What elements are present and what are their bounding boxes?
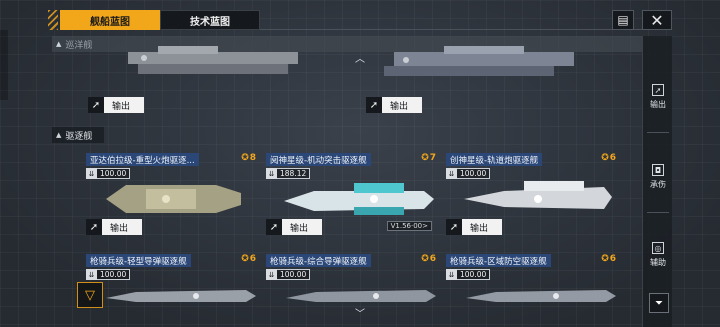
ship-image <box>466 290 616 302</box>
power-icon: ⇊ <box>266 269 277 280</box>
gear-icon: ✪ <box>601 254 609 264</box>
ship-card[interactable]: 枪骑兵级-综合导弹驱逐舰 ✪ 6 ⇊ 100.00 <box>266 254 436 327</box>
power-icon: ⇊ <box>86 168 97 179</box>
rail-item-support[interactable]: ◎ 辅助 <box>643 242 673 268</box>
tab-tech-blueprint[interactable]: 技术蓝图 <box>160 10 260 30</box>
ship-card[interactable]: 亚达伯拉级-重型火炮驱逐... ✪ 8 ⇊ 100.00 ➚ 输出 <box>86 153 256 237</box>
ship-card[interactable]: 创神星级-轨道炮驱逐舰 ✪ 6 ⇊ 100.00 ➚ 输出 <box>446 153 616 237</box>
close-icon[interactable]: ✕ <box>642 10 672 30</box>
ship-title: 创神星级-轨道炮驱逐舰 <box>446 153 543 166</box>
rank-badge: ✪ 6 <box>601 153 616 163</box>
chevron-down-icon[interactable]: ﹀ <box>355 305 365 320</box>
ship-image-cruiser-1 <box>128 46 298 74</box>
divider <box>647 132 669 133</box>
filter-icon[interactable]: ⏷ <box>649 293 669 313</box>
export-button-cruiser-1[interactable]: ➚ 输出 <box>88 97 144 113</box>
ship-image-cruiser-2 <box>384 46 574 76</box>
gear-icon: ✪ <box>241 153 249 163</box>
stat-value: ⇊ 100.00 <box>86 168 131 179</box>
export-button[interactable]: ➚ 输出 <box>266 219 322 235</box>
power-icon: ⇊ <box>446 269 457 280</box>
export-button-cruiser-2[interactable]: ➚ 输出 <box>366 97 422 113</box>
arrow-icon: ➚ <box>266 219 282 235</box>
ship-card[interactable]: 枪骑兵级-区域防空驱逐舰 ✪ 6 ⇊ 100.00 <box>446 254 616 327</box>
stat-value: ⇊ 100.00 <box>446 269 491 280</box>
stat-value: ⇊ 188.12 <box>266 168 311 179</box>
ship-image <box>464 181 612 209</box>
commander-avatar[interactable]: ▽ <box>77 282 103 308</box>
filter-rail: ➚ 输出 ◘ 承伤 ◎ 辅助 <box>642 36 672 327</box>
ship-title: 枪骑兵级-轻型导弹驱逐舰 <box>86 254 191 267</box>
rail-item-tank[interactable]: ◘ 承伤 <box>643 164 673 190</box>
export-icon: ➚ <box>652 84 664 96</box>
export-button[interactable]: ➚ 输出 <box>446 219 502 235</box>
ship-image <box>106 290 256 302</box>
power-icon: ⇊ <box>446 168 457 179</box>
ship-title: 枪骑兵级-综合导弹驱逐舰 <box>266 254 371 267</box>
stripe-decoration <box>48 10 58 30</box>
stat-value: ⇊ 100.00 <box>86 269 131 280</box>
ship-title: 亚达伯拉级-重型火炮驱逐... <box>86 153 199 166</box>
left-edge-handle <box>0 30 8 100</box>
power-icon: ⇊ <box>266 168 277 179</box>
rank-badge: ✪ 7 <box>421 153 436 163</box>
export-button[interactable]: ➚ 输出 <box>86 219 142 235</box>
ship-title: 阋神星级-机动突击驱逐舰 <box>266 153 371 166</box>
support-icon: ◎ <box>652 242 664 254</box>
ship-card[interactable]: 枪骑兵级-轻型导弹驱逐舰 ✪ 6 ⇊ 100.00 <box>86 254 256 327</box>
tab-ship-blueprint[interactable]: 舰船蓝图 <box>60 10 160 30</box>
rail-item-export[interactable]: ➚ 输出 <box>643 84 673 110</box>
version-tag: V1.56·00> <box>386 221 432 231</box>
rank-badge: ✪ 8 <box>241 153 256 163</box>
collapse-triangle-icon: ▲ <box>56 131 62 139</box>
divider <box>647 212 669 213</box>
rank-badge: ✪ 6 <box>601 254 616 264</box>
gear-icon: ✪ <box>601 153 609 163</box>
section-label: 巡洋舰 <box>65 40 93 51</box>
collapse-triangle-icon: ▲ <box>56 40 62 48</box>
section-header-destroyer[interactable]: ▲ 驱逐舰 <box>52 127 104 143</box>
power-icon: ⇊ <box>86 269 97 280</box>
ship-image <box>106 185 241 213</box>
arrow-icon: ➚ <box>366 97 382 113</box>
section-label: 驱逐舰 <box>65 131 93 142</box>
gear-icon: ✪ <box>421 254 429 264</box>
rank-badge: ✪ 6 <box>421 254 436 264</box>
ship-image <box>284 183 434 215</box>
ship-title: 枪骑兵级-区域防空驱逐舰 <box>446 254 551 267</box>
rank-badge: ✪ 6 <box>241 254 256 264</box>
stat-value: ⇊ 100.00 <box>266 269 311 280</box>
arrow-icon: ➚ <box>88 97 104 113</box>
top-bar: 舰船蓝图 技术蓝图 ▤ ✕ <box>48 10 672 30</box>
ship-card[interactable]: 阋神星级-机动突击驱逐舰 ✪ 7 ⇊ 188.12 ➚ 输出 V1.56·00> <box>266 153 436 237</box>
arrow-icon: ➚ <box>86 219 102 235</box>
chevron-up-icon[interactable]: ︿ <box>355 50 365 65</box>
divider <box>260 29 652 30</box>
shield-icon: ◘ <box>652 164 664 176</box>
gear-icon: ✪ <box>241 254 249 264</box>
document-icon[interactable]: ▤ <box>612 10 634 30</box>
arrow-icon: ➚ <box>446 219 462 235</box>
gear-icon: ✪ <box>421 153 429 163</box>
